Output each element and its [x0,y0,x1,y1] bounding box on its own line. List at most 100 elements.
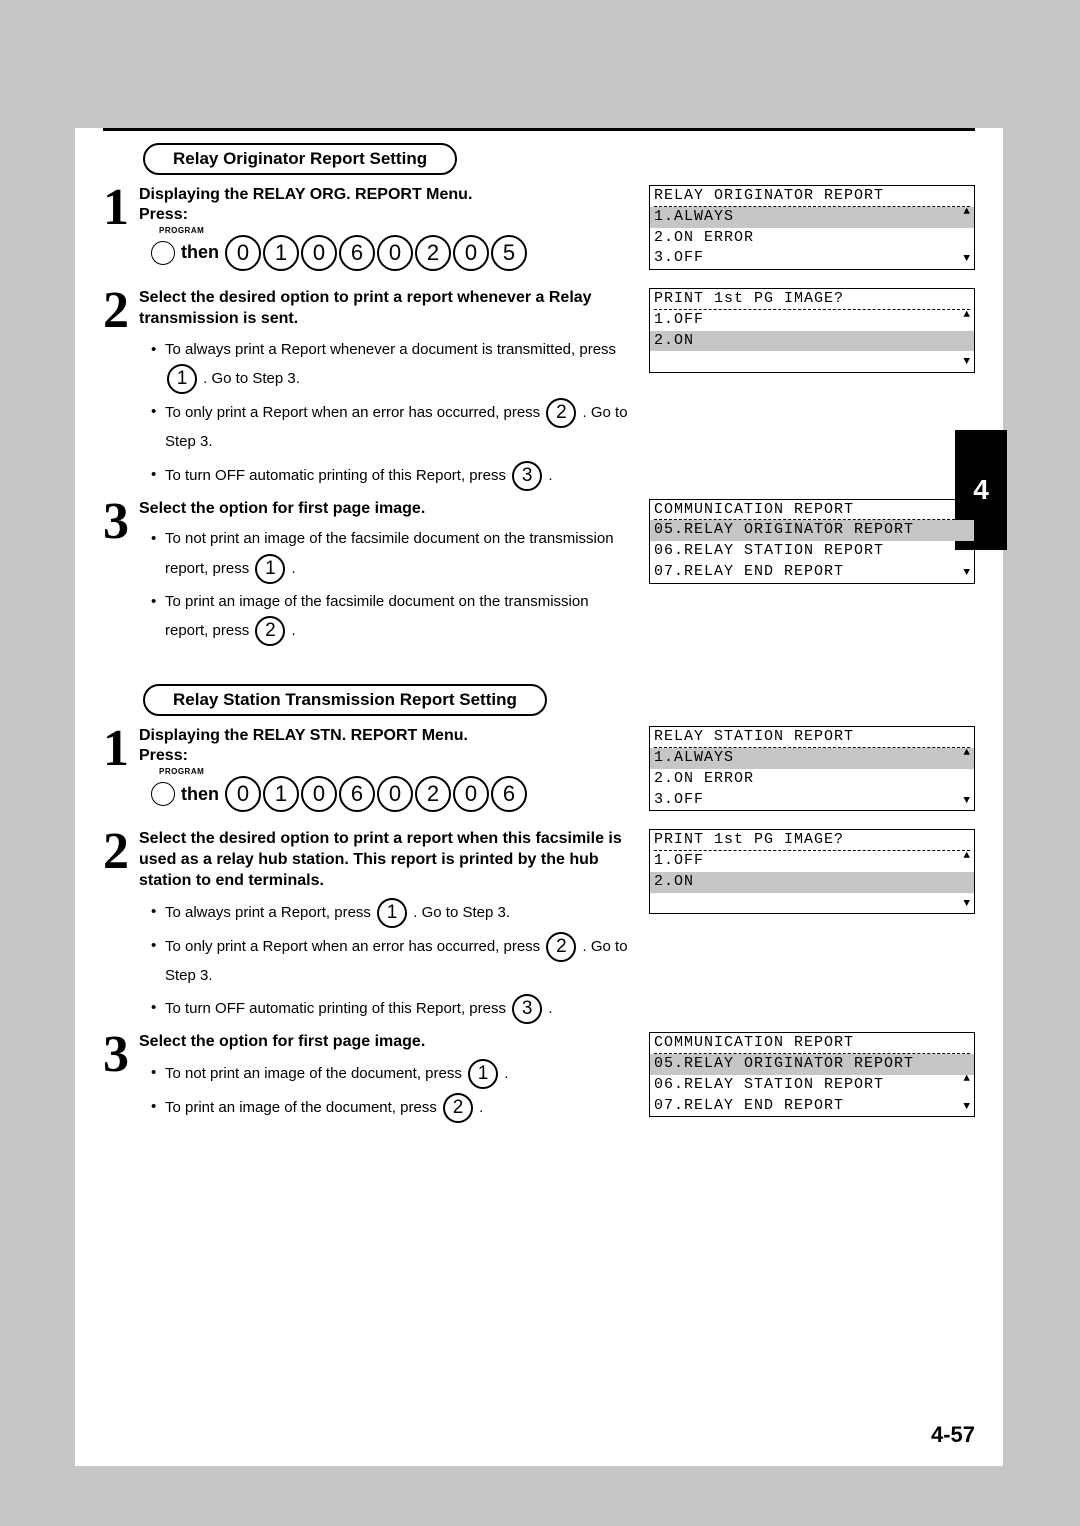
lcd-row: 06.RELAY STATION REPORT [650,541,974,562]
bullet-text: . Go to Step 3. [413,904,510,921]
key-icon: 1 [377,898,407,928]
key-icon: 2 [546,932,576,962]
key-icon: 0 [225,776,261,812]
down-arrow-icon: ▼ [963,795,971,809]
bullet-text: . Go to Step 3. [203,370,300,387]
bullet-text: To not print an image of the document, p… [165,1065,466,1082]
key-icon: 0 [453,235,489,271]
lcd-row: 2.ON [650,872,974,893]
key-icon: 2 [415,235,451,271]
key-icon: 0 [453,776,489,812]
lcd-row: 05.RELAY ORIGINATOR REPORT [650,1054,974,1075]
up-arrow-icon: ▲ [963,1073,971,1087]
lcd-title: PRINT 1st PG IMAGE? [650,830,974,850]
key-icon: 3 [512,994,542,1024]
bullet-text: To only print a Report when an error has… [165,938,544,955]
key-icon: 0 [377,235,413,271]
key-icon: 5 [491,235,527,271]
step-number: 1 [103,185,139,232]
lcd-display: PRINT 1st PG IMAGE? 1.OFF 2.ON ▲ ▼ [649,829,975,914]
bullet-text: To only print a Report when an error has… [165,404,544,421]
lcd-row: 1.ALWAYS [650,207,974,228]
key-icon: 1 [263,235,299,271]
step2-title: Select the desired option to print a rep… [139,829,633,891]
bullet-text: To print an image of the facsimile docum… [165,593,589,639]
up-arrow-icon: ▲ [963,850,971,864]
bullet-text: To print an image of the document, press [165,1099,441,1116]
step2-bullets: To always print a Report whenever a docu… [151,336,633,491]
lcd-row: 3.OFF [650,790,974,811]
down-arrow-icon: ▼ [963,567,971,581]
up-arrow-icon: ▲ [963,309,971,323]
top-rule [103,128,975,131]
lcd-display: RELAY ORIGINATOR REPORT 1.ALWAYS 2.ON ER… [649,185,975,270]
program-label: PROGRAM [159,767,633,776]
step-number: 1 [103,726,139,773]
step3-title: Select the option for first page image. [139,499,633,520]
key-icon: 1 [167,364,197,394]
step1-title: Displaying the RELAY STN. REPORT Menu. [139,726,633,747]
lcd-title: COMMUNICATION REPORT [650,500,974,520]
lcd-row: 1.OFF [650,310,974,331]
bullet-text: To turn OFF automatic printing of this R… [165,467,510,484]
lcd-row: 1.OFF [650,851,974,872]
program-key-icon [151,782,175,806]
press-label: Press: [139,747,633,765]
down-arrow-icon: ▼ [963,253,971,267]
lcd-display: PRINT 1st PG IMAGE? 1.OFF 2.ON ▲ ▼ [649,288,975,373]
lcd-title: RELAY ORIGINATOR REPORT [650,186,974,206]
bullet-text: . [292,622,296,639]
bullet-text: . [479,1099,483,1116]
lcd-row: 05.RELAY ORIGINATOR REPORT [650,520,974,541]
key-icon: 0 [301,776,337,812]
lcd-row: 1.ALWAYS [650,748,974,769]
up-arrow-icon: ▲ [963,747,971,761]
program-key-icon [151,241,175,265]
key-icon: 1 [468,1059,498,1089]
lcd-row [650,893,974,914]
key-icon: 2 [255,616,285,646]
step3-bullets: To not print an image of the document, p… [151,1059,633,1123]
up-arrow-icon: ▲ [963,206,971,220]
bullet-text: . [548,467,552,484]
down-arrow-icon: ▼ [963,1101,971,1115]
lcd-row: 2.ON ERROR [650,769,974,790]
step-number: 3 [103,499,139,546]
program-label: PROGRAM [159,226,633,235]
key-icon: 6 [491,776,527,812]
lcd-title: RELAY STATION REPORT [650,727,974,747]
step-number: 3 [103,1032,139,1079]
step-number: 2 [103,288,139,335]
key-icon: 0 [225,235,261,271]
step1-title: Displaying the RELAY ORG. REPORT Menu. [139,185,633,206]
section-pill-station: Relay Station Transmission Report Settin… [143,684,547,716]
section-pill-originator: Relay Originator Report Setting [143,143,457,175]
document-page: 4 Relay Originator Report Setting 1 Disp… [75,128,1003,1466]
lcd-row: 07.RELAY END REPORT [650,1096,974,1117]
bullet-text: . [292,560,296,577]
up-arrow-icon: ▲ [963,540,971,554]
page-number: 4-57 [931,1422,975,1448]
down-arrow-icon: ▼ [963,356,971,370]
bullet-text: To always print a Report whenever a docu… [165,341,616,358]
bullet-text: To always print a Report, press [165,904,375,921]
lcd-row: 2.ON [650,331,974,352]
lcd-title: PRINT 1st PG IMAGE? [650,289,974,309]
step-number: 2 [103,829,139,876]
lcd-row: 2.ON ERROR [650,228,974,249]
key-icon: 6 [339,235,375,271]
key-sequence: then 0 1 0 6 0 2 0 5 [151,235,633,271]
key-icon: 1 [255,554,285,584]
press-label: Press: [139,206,633,224]
step3-bullets: To not print an image of the facsimile d… [151,525,633,646]
key-icon: 0 [377,776,413,812]
key-icon: 2 [415,776,451,812]
key-sequence: then 0 1 0 6 0 2 0 6 [151,776,633,812]
key-icon: 6 [339,776,375,812]
bullet-text: To turn OFF automatic printing of this R… [165,1000,510,1017]
then-text: then [181,242,219,263]
bullet-text: To not print an image of the facsimile d… [165,530,614,576]
lcd-display: COMMUNICATION REPORT 05.RELAY ORIGINATOR… [649,499,975,584]
bullet-text: . [504,1065,508,1082]
step2-bullets: To always print a Report, press 1 . Go t… [151,898,633,1025]
